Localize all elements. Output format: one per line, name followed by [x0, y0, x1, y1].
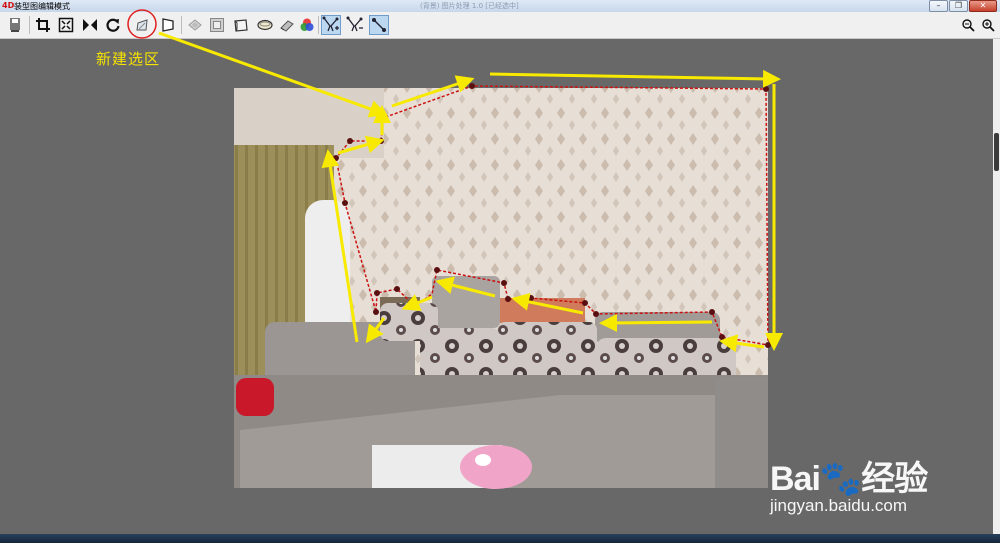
scrollbar-thumb[interactable] — [994, 133, 999, 171]
vertical-scrollbar[interactable] — [993, 39, 1000, 534]
baidu-watermark-url: jingyan.baidu.com — [770, 496, 908, 515]
highlight-circle — [127, 9, 157, 39]
annotation-caption: 新建选区 — [96, 50, 161, 68]
baidu-watermark-logo: Bai🐾经验 — [770, 460, 928, 498]
room-photo — [234, 88, 768, 489]
taskbar — [0, 534, 1000, 543]
